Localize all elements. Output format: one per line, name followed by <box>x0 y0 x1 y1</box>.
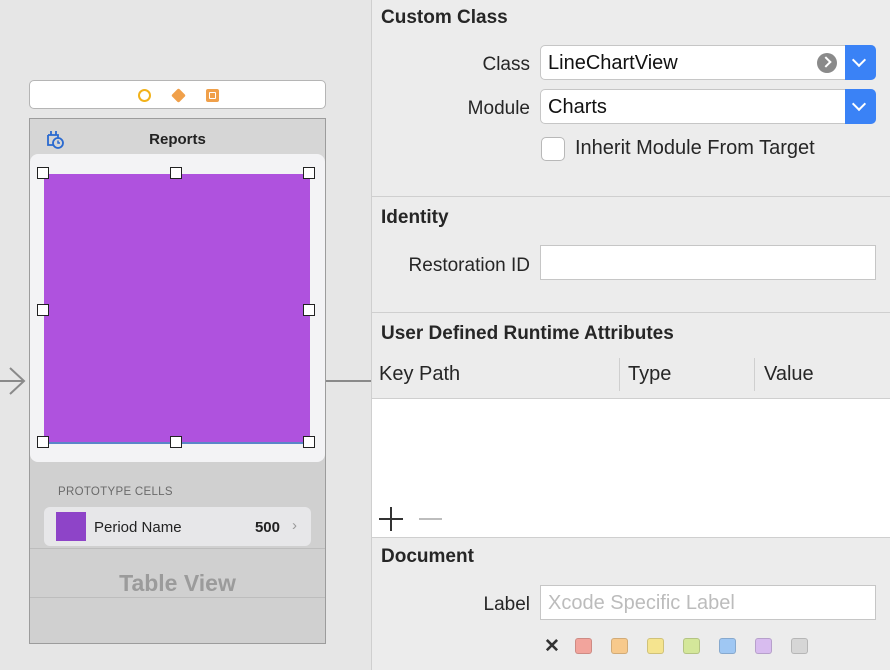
color-swatch-purple[interactable] <box>755 638 772 654</box>
color-swatch-gray[interactable] <box>791 638 808 654</box>
divider <box>372 537 890 538</box>
divider <box>372 196 890 197</box>
column-value[interactable]: Value <box>764 363 814 386</box>
resize-handle[interactable] <box>170 167 182 179</box>
storyboard-canvas[interactable]: Reports PROTOTYPE CELLS Period Name 500 … <box>0 0 371 670</box>
column-type[interactable]: Type <box>628 363 671 386</box>
column-divider <box>754 358 755 391</box>
table-header-view[interactable] <box>30 154 325 462</box>
view-controller-icon[interactable] <box>138 89 151 102</box>
custom-class-title: Custom Class <box>381 7 508 28</box>
column-divider <box>619 358 620 391</box>
document-label-placeholder: Xcode Specific Label <box>548 592 735 614</box>
scene-dock <box>29 80 326 109</box>
resize-handle[interactable] <box>37 436 49 448</box>
chevron-down-icon[interactable] <box>845 45 876 80</box>
color-swatch-green[interactable] <box>683 638 700 654</box>
class-value: LineChartView <box>548 52 678 74</box>
chevron-right-icon: › <box>292 517 297 534</box>
color-swatch-orange[interactable] <box>611 638 628 654</box>
navigate-arrow-icon[interactable] <box>817 53 837 73</box>
resize-handle[interactable] <box>170 436 182 448</box>
inherit-module-checkbox[interactable] <box>541 137 565 161</box>
connection-line <box>326 380 371 382</box>
cell-title: Period Name <box>94 519 182 536</box>
add-attribute-button[interactable] <box>379 507 403 531</box>
prototype-cell[interactable]: Period Name 500 › <box>44 507 311 546</box>
runtime-attributes-table[interactable]: Key Path Type Value <box>372 350 890 537</box>
resize-handle[interactable] <box>303 436 315 448</box>
document-title: Document <box>381 546 474 567</box>
nav-title: Reports <box>149 131 206 148</box>
restoration-id-input[interactable] <box>540 245 876 280</box>
label-label: Label <box>483 594 531 615</box>
exit-icon[interactable] <box>206 89 219 102</box>
clear-color-icon[interactable]: ✕ <box>544 635 560 658</box>
document-label-input[interactable]: Xcode Specific Label <box>540 585 876 620</box>
restoration-id-label: Restoration ID <box>408 255 530 276</box>
color-swatch-red[interactable] <box>575 638 592 654</box>
resize-handle[interactable] <box>303 167 315 179</box>
cell-color-swatch <box>56 512 86 541</box>
resize-handle[interactable] <box>37 304 49 316</box>
identity-title: Identity <box>381 207 449 228</box>
line-chart-view[interactable] <box>37 167 315 448</box>
prototype-cells-label: PROTOTYPE CELLS <box>58 486 173 498</box>
divider <box>30 548 325 549</box>
column-key-path[interactable]: Key Path <box>379 363 460 386</box>
resize-handle[interactable] <box>37 167 49 179</box>
color-swatch-yellow[interactable] <box>647 638 664 654</box>
module-value: Charts <box>548 96 607 118</box>
class-field[interactable]: LineChartView <box>540 45 876 80</box>
resize-handle[interactable] <box>303 304 315 316</box>
identity-inspector: Custom Class Class LineChartView Module … <box>371 0 890 670</box>
color-swatch-blue[interactable] <box>719 638 736 654</box>
module-label: Module <box>467 98 530 119</box>
entry-point-arrow-icon[interactable] <box>0 366 28 396</box>
view-controller-scene[interactable]: Reports PROTOTYPE CELLS Period Name 500 … <box>29 118 326 644</box>
runtime-attributes-title: User Defined Runtime Attributes <box>381 323 674 344</box>
table-view-label: Table View <box>119 570 236 596</box>
divider <box>30 597 325 598</box>
remove-attribute-button[interactable] <box>419 518 442 520</box>
cell-value: 500 <box>254 519 280 536</box>
first-responder-icon[interactable] <box>171 88 186 103</box>
table-header: Key Path Type Value <box>372 350 890 399</box>
chevron-down-icon[interactable] <box>845 89 876 124</box>
module-field[interactable]: Charts <box>540 89 876 124</box>
divider <box>372 312 890 313</box>
class-label: Class <box>482 54 530 75</box>
inherit-module-label[interactable]: Inherit Module From Target <box>575 137 815 160</box>
